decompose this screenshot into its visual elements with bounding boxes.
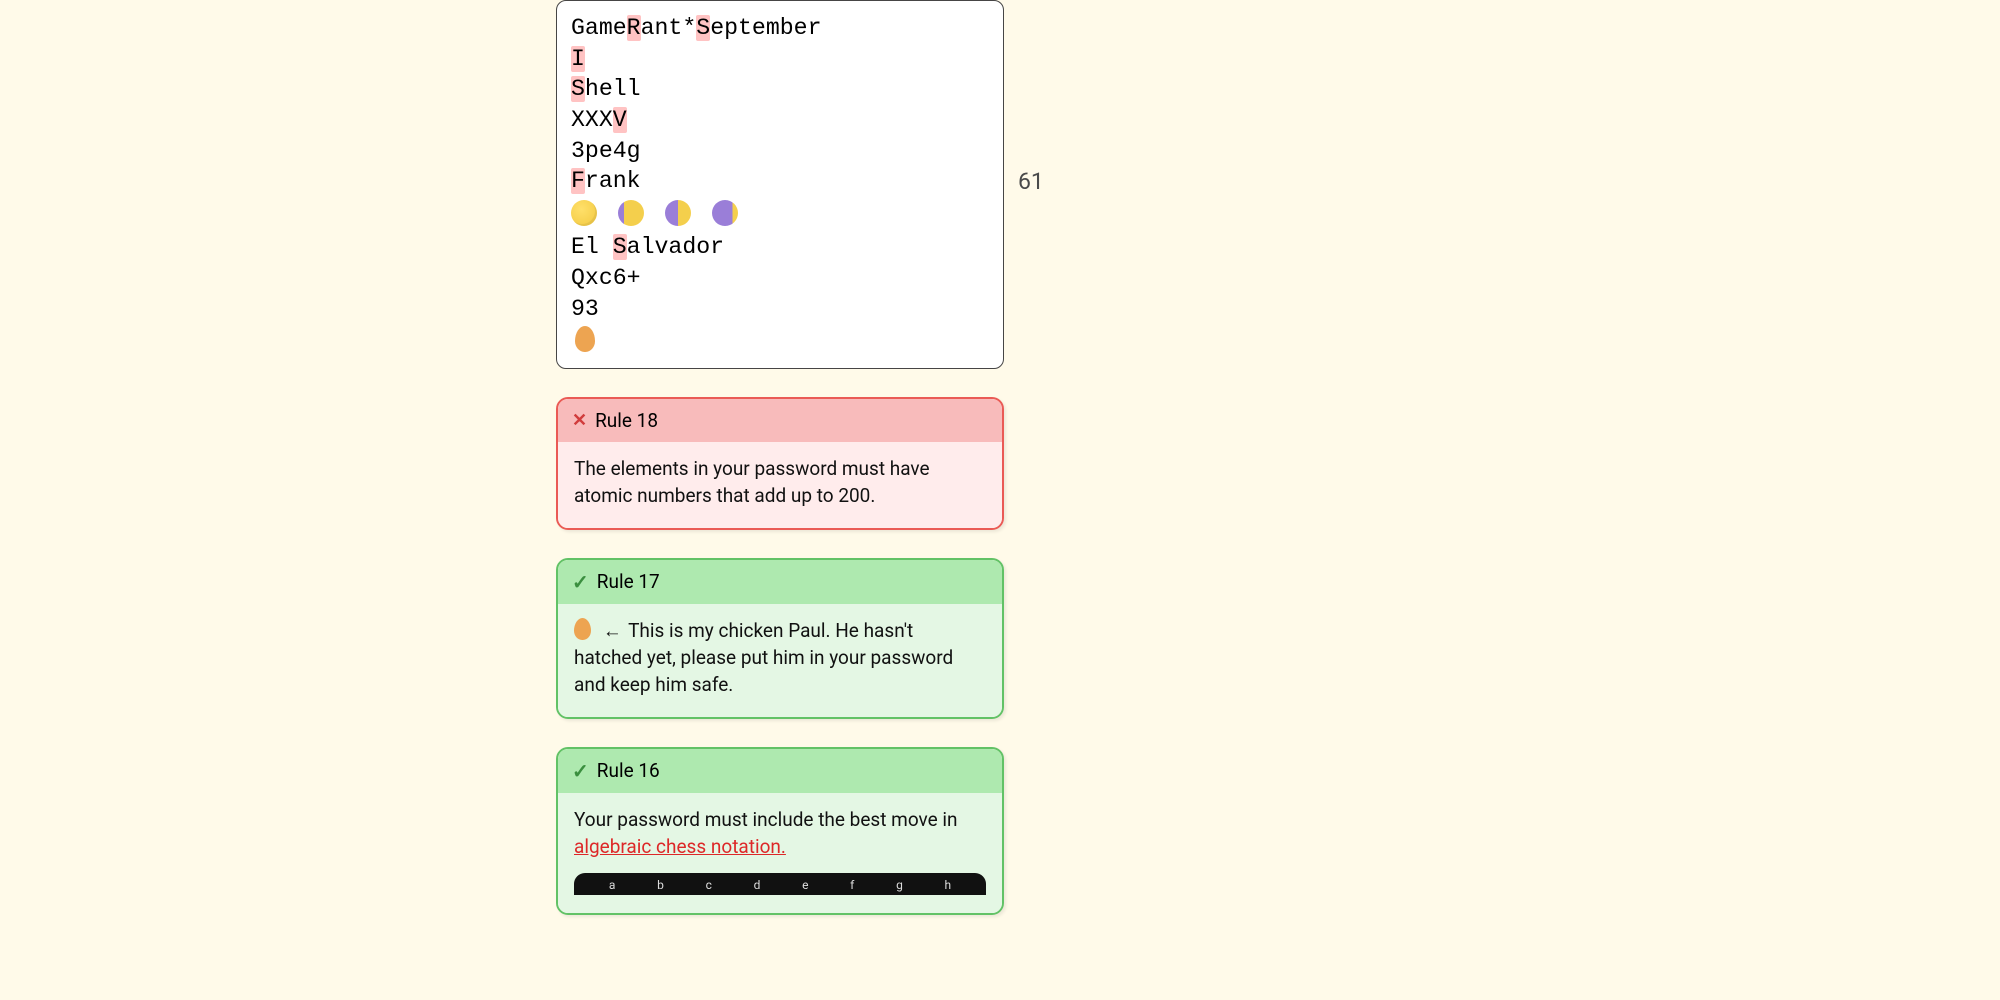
rule-card-17: ✓ Rule 17 ← This is my chicken Paul. He … bbox=[556, 558, 1004, 719]
pw-text: El bbox=[571, 234, 613, 260]
algebraic-notation-link[interactable]: algebraic chess notation. bbox=[574, 835, 786, 858]
pw-text: 93 bbox=[571, 296, 599, 322]
pw-text: rank bbox=[585, 168, 641, 194]
pw-highlight: S bbox=[571, 76, 585, 102]
chess-board-header: a b c d e f g h bbox=[574, 873, 986, 895]
rule-label: Rule 16 bbox=[597, 759, 660, 782]
chess-file-label: b bbox=[657, 877, 664, 894]
rule-body: The elements in your password must have … bbox=[558, 442, 1002, 528]
pw-highlight: R bbox=[627, 15, 641, 41]
pw-highlight: S bbox=[613, 234, 627, 260]
rule-body: ← This is my chicken Paul. He hasn't hat… bbox=[558, 604, 1002, 717]
egg-icon bbox=[575, 326, 595, 352]
chess-file-label: h bbox=[945, 877, 952, 894]
moon-full-icon bbox=[571, 200, 597, 226]
rule-header: ✓ Rule 16 bbox=[558, 749, 1002, 793]
pw-highlight: I bbox=[571, 46, 585, 72]
pw-text: hell bbox=[585, 76, 641, 102]
chess-file-label: d bbox=[754, 877, 761, 894]
pw-text: Qxc6+ bbox=[571, 265, 641, 291]
rule-header: ✕ Rule 18 bbox=[558, 399, 1002, 442]
rule-card-18: ✕ Rule 18 The elements in your password … bbox=[556, 397, 1004, 530]
pw-text: 3pe4g bbox=[571, 138, 641, 164]
pw-highlight: S bbox=[696, 15, 710, 41]
x-icon: ✕ bbox=[572, 410, 587, 431]
egg-icon bbox=[574, 618, 591, 640]
arrow-left-icon: ← bbox=[603, 619, 622, 642]
rule-card-16: ✓ Rule 16 Your password must include the… bbox=[556, 747, 1004, 915]
chess-file-label: e bbox=[802, 877, 808, 894]
moon-waning-gibbous-icon bbox=[618, 200, 644, 226]
pw-text: Game bbox=[571, 15, 627, 41]
pw-highlight: V bbox=[613, 107, 627, 133]
check-icon: ✓ bbox=[572, 570, 589, 594]
chess-file-label: c bbox=[706, 877, 712, 894]
rule-text: Your password must include the best move… bbox=[574, 808, 958, 831]
rule-body: Your password must include the best move… bbox=[558, 793, 1002, 913]
pw-highlight: F bbox=[571, 168, 585, 194]
pw-text: ant* bbox=[641, 15, 697, 41]
rule-header: ✓ Rule 17 bbox=[558, 560, 1002, 604]
pw-text: XXX bbox=[571, 107, 613, 133]
rule-label: Rule 18 bbox=[595, 409, 658, 432]
pw-text: alvador bbox=[627, 234, 724, 260]
rule-label: Rule 17 bbox=[597, 570, 660, 593]
check-icon: ✓ bbox=[572, 759, 589, 783]
character-count: 61 bbox=[1018, 168, 1044, 195]
pw-text: eptember bbox=[710, 15, 821, 41]
rule-text: This is my chicken Paul. He hasn't hatch… bbox=[574, 619, 953, 696]
chess-file-label: a bbox=[609, 877, 616, 894]
chess-file-label: g bbox=[896, 877, 903, 894]
moon-waning-crescent-icon bbox=[712, 200, 738, 226]
moon-last-quarter-icon bbox=[665, 200, 691, 226]
password-input[interactable]: GameRant*September I Shell XXXV 3pe4g Fr… bbox=[556, 0, 1004, 369]
chess-file-label: f bbox=[850, 877, 854, 894]
